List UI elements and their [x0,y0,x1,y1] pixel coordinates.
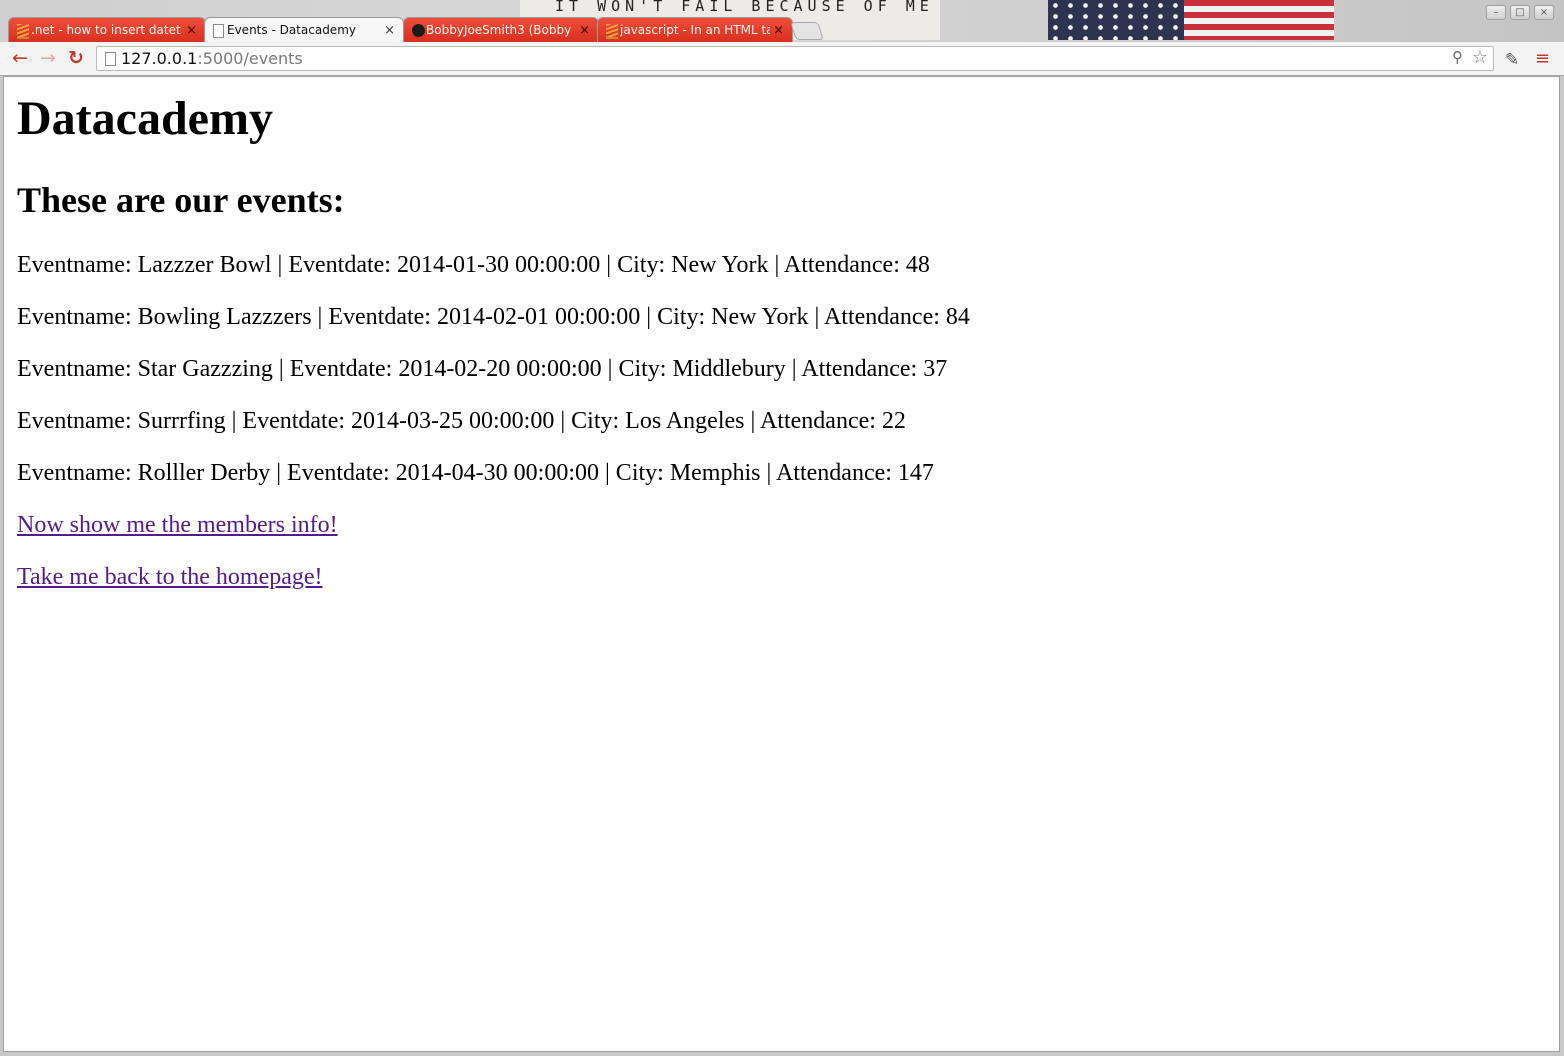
tab-github-bobbyjoesmith3[interactable]: BobbyJoeSmith3 (Bobby × [403,17,599,42]
url-text[interactable]: 127.0.0.1:5000/events [121,47,303,70]
close-icon[interactable]: × [579,18,590,42]
tab-title: Events - Datacademy [227,23,356,37]
extension-icon[interactable]: ✎ [1505,50,1519,70]
tab-title: BobbyJoeSmith3 (Bobby [426,23,572,37]
url-host: 127.0.0.1 [121,49,198,68]
close-icon[interactable]: × [186,18,197,42]
homepage-link[interactable]: Take me back to the homepage! [17,563,338,615]
event-row: Eventname: Surrrfing | Eventdate: 2014-0… [17,408,906,434]
maximize-button[interactable]: □ [1510,5,1530,20]
page-icon [213,24,224,38]
event-row: Eventname: Star Gazzzing | Eventdate: 20… [17,356,948,382]
event-list: Eventname: Lazzzer Bowl | Eventdate: 201… [17,251,970,511]
address-bar[interactable]: 127.0.0.1:5000/events ⚲ ☆ [96,46,1494,71]
page-viewport: Datacademy These are our events: Eventna… [3,76,1560,1052]
close-window-button[interactable]: × [1534,5,1554,20]
stackoverflow-icon [17,24,29,39]
page-links: Now show me the members info! Take me ba… [17,511,338,615]
events-heading: These are our events: [17,180,345,220]
forward-arrow-icon[interactable]: → [40,47,56,69]
event-row: Eventname: Lazzzer Bowl | Eventdate: 201… [17,252,930,278]
new-tab-button[interactable] [790,22,824,40]
tab-javascript-html-table[interactable]: javascript - In an HTML tal × [597,17,793,42]
tab-title: javascript - In an HTML tal [620,23,770,37]
tab-events-datacademy[interactable]: Events - Datacademy × [204,17,404,42]
back-arrow-icon[interactable]: ← [12,47,28,69]
tab-dotnet-insert-datetime[interactable]: .net - how to insert dateti × [8,17,206,42]
tab-title: .net - how to insert dateti [31,23,181,37]
event-row: Eventname: Bowling Lazzzers | Eventdate:… [17,304,970,330]
members-info-link[interactable]: Now show me the members info! [17,511,338,563]
browser-tab-strip: IT WON'T FAIL BECAUSE OF ME .net - how t… [0,0,1564,42]
page-icon [105,52,116,66]
close-icon[interactable]: × [384,18,395,42]
url-path: :5000/events [197,49,303,68]
event-row: Eventname: Rolller Derby | Eventdate: 20… [17,460,934,486]
wallpaper-flag-canton [1048,0,1184,40]
wallpaper-text: IT WON'T FAIL BECAUSE OF ME [555,0,934,15]
stackoverflow-icon [606,24,618,39]
reload-icon[interactable]: ↻ [68,47,84,69]
zoom-icon[interactable]: ⚲ [1452,48,1463,66]
bookmark-star-icon[interactable]: ☆ [1472,47,1488,68]
menu-icon[interactable]: ≡ [1535,48,1550,69]
github-icon [412,24,425,37]
minimize-button[interactable]: – [1486,5,1506,20]
browser-toolbar: ← → ↻ 127.0.0.1:5000/events ⚲ ☆ ✎ ≡ [0,42,1564,76]
page-title: Datacademy [17,92,273,145]
close-icon[interactable]: × [773,18,784,42]
